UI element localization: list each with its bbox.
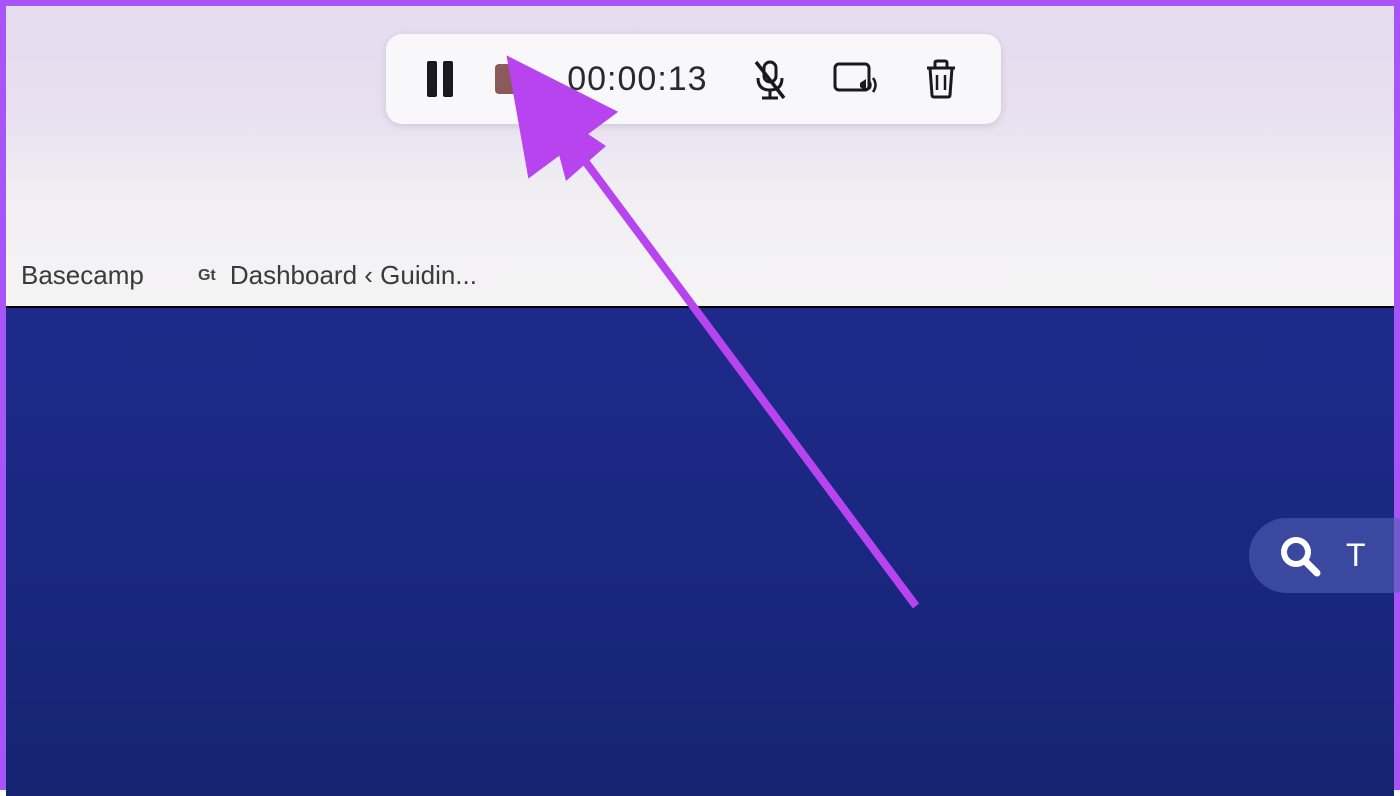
recording-timer: 00:00:13 <box>567 60 707 99</box>
pause-icon <box>427 61 453 97</box>
bookmark-label: Dashboard ‹ Guidin... <box>230 260 477 291</box>
microphone-mute-button[interactable] <box>750 58 790 100</box>
page-content-area: T <box>6 306 1394 796</box>
microphone-muted-icon <box>750 58 790 100</box>
screen-audio-icon <box>832 59 880 99</box>
favicon-icon: Gt <box>194 263 220 289</box>
search-text-partial: T <box>1346 537 1366 574</box>
recording-toolbar: 00:00:13 <box>386 34 1001 124</box>
bookmarks-bar: Basecamp Gt Dashboard ‹ Guidin... <box>21 260 477 291</box>
bookmark-label: Basecamp <box>21 260 144 291</box>
search-icon <box>1279 535 1321 577</box>
bookmark-basecamp[interactable]: Basecamp <box>21 260 144 291</box>
stop-icon <box>495 64 525 94</box>
browser-chrome-area: 00:00:13 <box>6 6 1394 306</box>
search-button[interactable]: T <box>1249 518 1400 593</box>
pause-button[interactable] <box>427 61 453 97</box>
bookmark-dashboard-guidin[interactable]: Gt Dashboard ‹ Guidin... <box>194 260 477 291</box>
delete-button[interactable] <box>922 58 960 100</box>
trash-icon <box>922 58 960 100</box>
stop-button[interactable] <box>495 64 525 94</box>
system-audio-button[interactable] <box>832 59 880 99</box>
